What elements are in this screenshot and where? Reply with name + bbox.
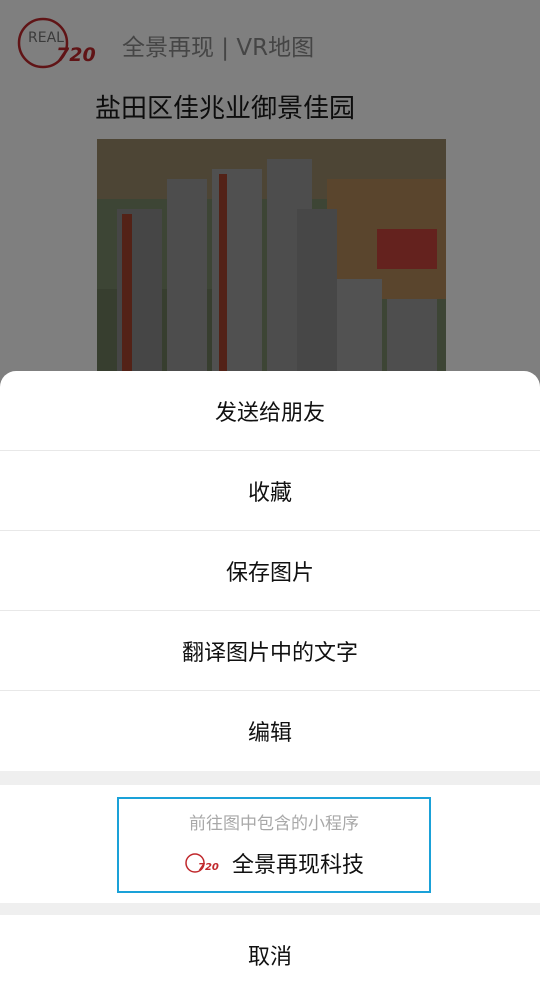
save-image-button[interactable]: 保存图片 <box>0 531 540 611</box>
miniprogram-entry[interactable]: 720 全景再现科技 <box>119 847 429 879</box>
favorite-button[interactable]: 收藏 <box>0 451 540 531</box>
cancel-divider <box>0 903 540 915</box>
miniprogram-logo-icon: 720 <box>185 853 219 873</box>
section-divider <box>0 771 540 785</box>
miniprogram-hint: 前往图中包含的小程序 <box>189 814 359 834</box>
svg-text:720: 720 <box>198 862 219 873</box>
miniprogram-name: 全景再现科技 <box>231 853 364 878</box>
miniprogram-card[interactable]: 前往图中包含的小程序 720 全景再现科技 <box>117 797 431 893</box>
translate-text-button[interactable]: 翻译图片中的文字 <box>0 611 540 691</box>
send-to-friend-button[interactable]: 发送给朋友 <box>0 371 540 451</box>
action-sheet: 发送给朋友 收藏 保存图片 翻译图片中的文字 编辑 前往图中包含的小程序 720… <box>0 371 540 995</box>
cancel-button[interactable]: 取消 <box>0 915 540 995</box>
edit-button[interactable]: 编辑 <box>0 691 540 771</box>
